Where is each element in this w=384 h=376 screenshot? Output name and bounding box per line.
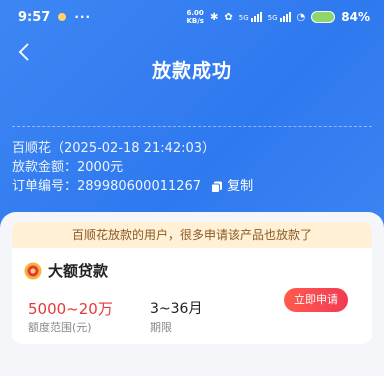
amount-range-label: 额度范围(元) (28, 321, 92, 334)
battery-level: 84% (341, 10, 370, 24)
notification-icon (58, 13, 67, 21)
alarm-icon: ✿ (224, 11, 233, 23)
battery-icon (311, 11, 336, 23)
copy-icon (211, 181, 223, 193)
divider (12, 126, 372, 127)
signal-icon-2: 5G (268, 12, 291, 22)
wifi-icon: ◔ (296, 11, 306, 23)
product-name: 大额贷款 (48, 262, 109, 280)
term-value: 3~36月 (150, 301, 203, 317)
copy-label: 复制 (227, 179, 254, 194)
status-bar: 9:57 ··· 6.00 KB/s ✱ ✿ 5G 5G ◔ 84% (0, 0, 384, 34)
loan-info: 百顺花（2025-02-18 21:42:03） 放款金额：2000元 订单编号… (12, 139, 253, 196)
success-header: 9:57 ··· 6.00 KB/s ✱ ✿ 5G 5G ◔ 84% 放款成功 … (0, 0, 384, 232)
page-title: 放款成功 (151, 60, 232, 82)
recommend-notice: 百顺花放款的用户，很多申请该产品也放款了 (12, 222, 372, 248)
product-logo-icon (24, 262, 42, 280)
amount-line: 放款金额：2000元 (12, 160, 124, 175)
status-more: ··· (74, 10, 92, 24)
order-number: 289980600011267 (77, 179, 202, 194)
amount-range-value: 5000~20万 (28, 300, 113, 318)
network-speed: 6.00 KB/s (186, 9, 204, 25)
status-time: 9:57 (18, 9, 51, 25)
copy-button[interactable]: 复制 (211, 177, 253, 196)
bluetooth-icon: ✱ (209, 11, 219, 23)
apply-now-button[interactable]: 立即申请 (284, 288, 348, 312)
product-header: 大额贷款 (24, 260, 108, 281)
order-line: 订单编号： 289980600011267 复制 (12, 177, 253, 196)
product-card[interactable]: 大额贷款 5000~20万 额度范围(元) 3~36月 期限 立即申请 (12, 248, 372, 344)
term-label: 期限 (150, 321, 172, 334)
lender-line: 百顺花（2025-02-18 21:42:03） (12, 141, 216, 156)
signal-icon-1: 5G (239, 12, 262, 22)
order-label: 订单编号： (12, 179, 78, 194)
